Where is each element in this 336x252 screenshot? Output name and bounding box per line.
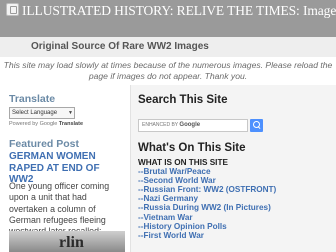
site-header: ILLUSTRATED HISTORY: RELIVE THE TIMES: I… — [0, 0, 336, 37]
site-title[interactable]: ILLUSTRATED HISTORY: RELIVE THE TIMES: I… — [22, 3, 336, 19]
nav-item-history-opinion-polls[interactable]: --History Opinion Polls — [138, 222, 328, 231]
powered-by-google: Powered by Google Translate — [9, 121, 83, 127]
site-subtitle: Original Source Of Rare WW2 Images — [31, 41, 209, 52]
blogger-icon[interactable] — [6, 3, 19, 16]
powered-by-text: Powered by — [9, 121, 39, 127]
load-notice-text: This site may load slowly at times becau… — [3, 60, 333, 81]
site-nav-list: WHAT IS ON THIS SITE --Brutal War/Peace … — [138, 158, 328, 240]
nav-link-russia-ww2-pictures[interactable]: --Russia During WW2 (In Pictures) — [138, 203, 271, 212]
nav-link-first-world-war[interactable]: --First World War — [138, 231, 204, 240]
nav-link-vietnam-war[interactable]: --Vietnam War — [138, 213, 193, 222]
nav-link-history-opinion-polls[interactable]: --History Opinion Polls — [138, 222, 227, 231]
nav-item-first-world-war[interactable]: --First World War — [138, 231, 328, 240]
language-select[interactable]: Select Language ▼ — [9, 107, 75, 119]
nav-link-brutal-war-peace[interactable]: --Brutal War/Peace — [138, 167, 211, 176]
main-content: Search This Site ENHANCED BY Google What… — [130, 85, 336, 252]
load-notice: This site may load slowly at times becau… — [0, 57, 336, 85]
nav-link-nazi-germany[interactable]: --Nazi Germany — [138, 194, 198, 203]
chevron-down-icon: ▼ — [68, 110, 73, 116]
nav-item-brutal-war-peace[interactable]: --Brutal War/Peace — [138, 167, 328, 176]
nav-item-nazi-germany[interactable]: --Nazi Germany — [138, 194, 328, 203]
search-input[interactable]: ENHANCED BY Google — [138, 119, 248, 132]
featured-post-image-text: rlin — [59, 234, 84, 251]
search-button[interactable] — [250, 119, 263, 132]
sidebar: Translate Select Language ▼ Powered by G… — [0, 85, 125, 252]
search-heading: Search This Site — [138, 94, 228, 106]
featured-post-heading: Featured Post — [9, 138, 80, 150]
nav-link-second-world-war[interactable]: --Second World War — [138, 176, 216, 185]
nav-item-second-world-war[interactable]: --Second World War — [138, 176, 328, 185]
featured-post-image[interactable]: rlin — [9, 231, 125, 252]
translate-heading: Translate — [9, 93, 56, 105]
nav-link-russian-front[interactable]: --Russian Front: WW2 (OSTFRONT) — [138, 185, 276, 194]
search-enhanced-label: ENHANCED BY — [142, 122, 179, 128]
nav-item-vietnam-war[interactable]: --Vietnam War — [138, 213, 328, 222]
nav-item-russian-front[interactable]: --Russian Front: WW2 (OSTFRONT) — [138, 185, 328, 194]
search-google-label: Google — [179, 122, 201, 128]
google-translate-link[interactable]: Translate — [59, 121, 83, 127]
nav-item-russia-ww2-pictures[interactable]: --Russia During WW2 (In Pictures) — [138, 203, 328, 212]
language-select-label: Select Language — [12, 110, 58, 116]
google-label: Google — [39, 121, 58, 127]
nav-item-what-is-on-this-site: WHAT IS ON THIS SITE — [138, 158, 228, 167]
whats-on-heading: What's On This Site — [138, 142, 246, 154]
subtitle-bar: Original Source Of Rare WW2 Images — [0, 37, 336, 57]
